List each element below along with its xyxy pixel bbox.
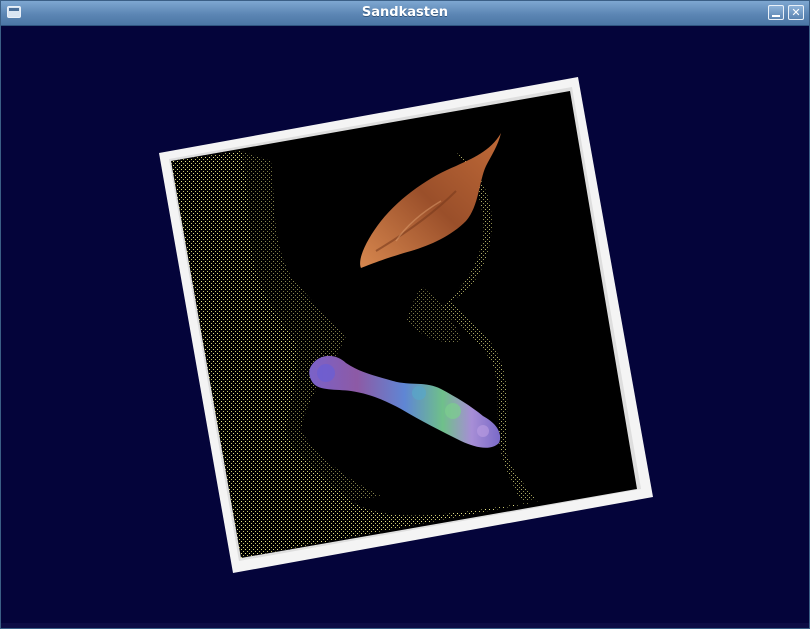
sandbox-scene — [159, 77, 653, 573]
window-bottom-border — [1, 623, 809, 628]
app-window: Sandkasten ✕ — [0, 0, 810, 629]
render-viewport[interactable] — [6, 26, 805, 623]
